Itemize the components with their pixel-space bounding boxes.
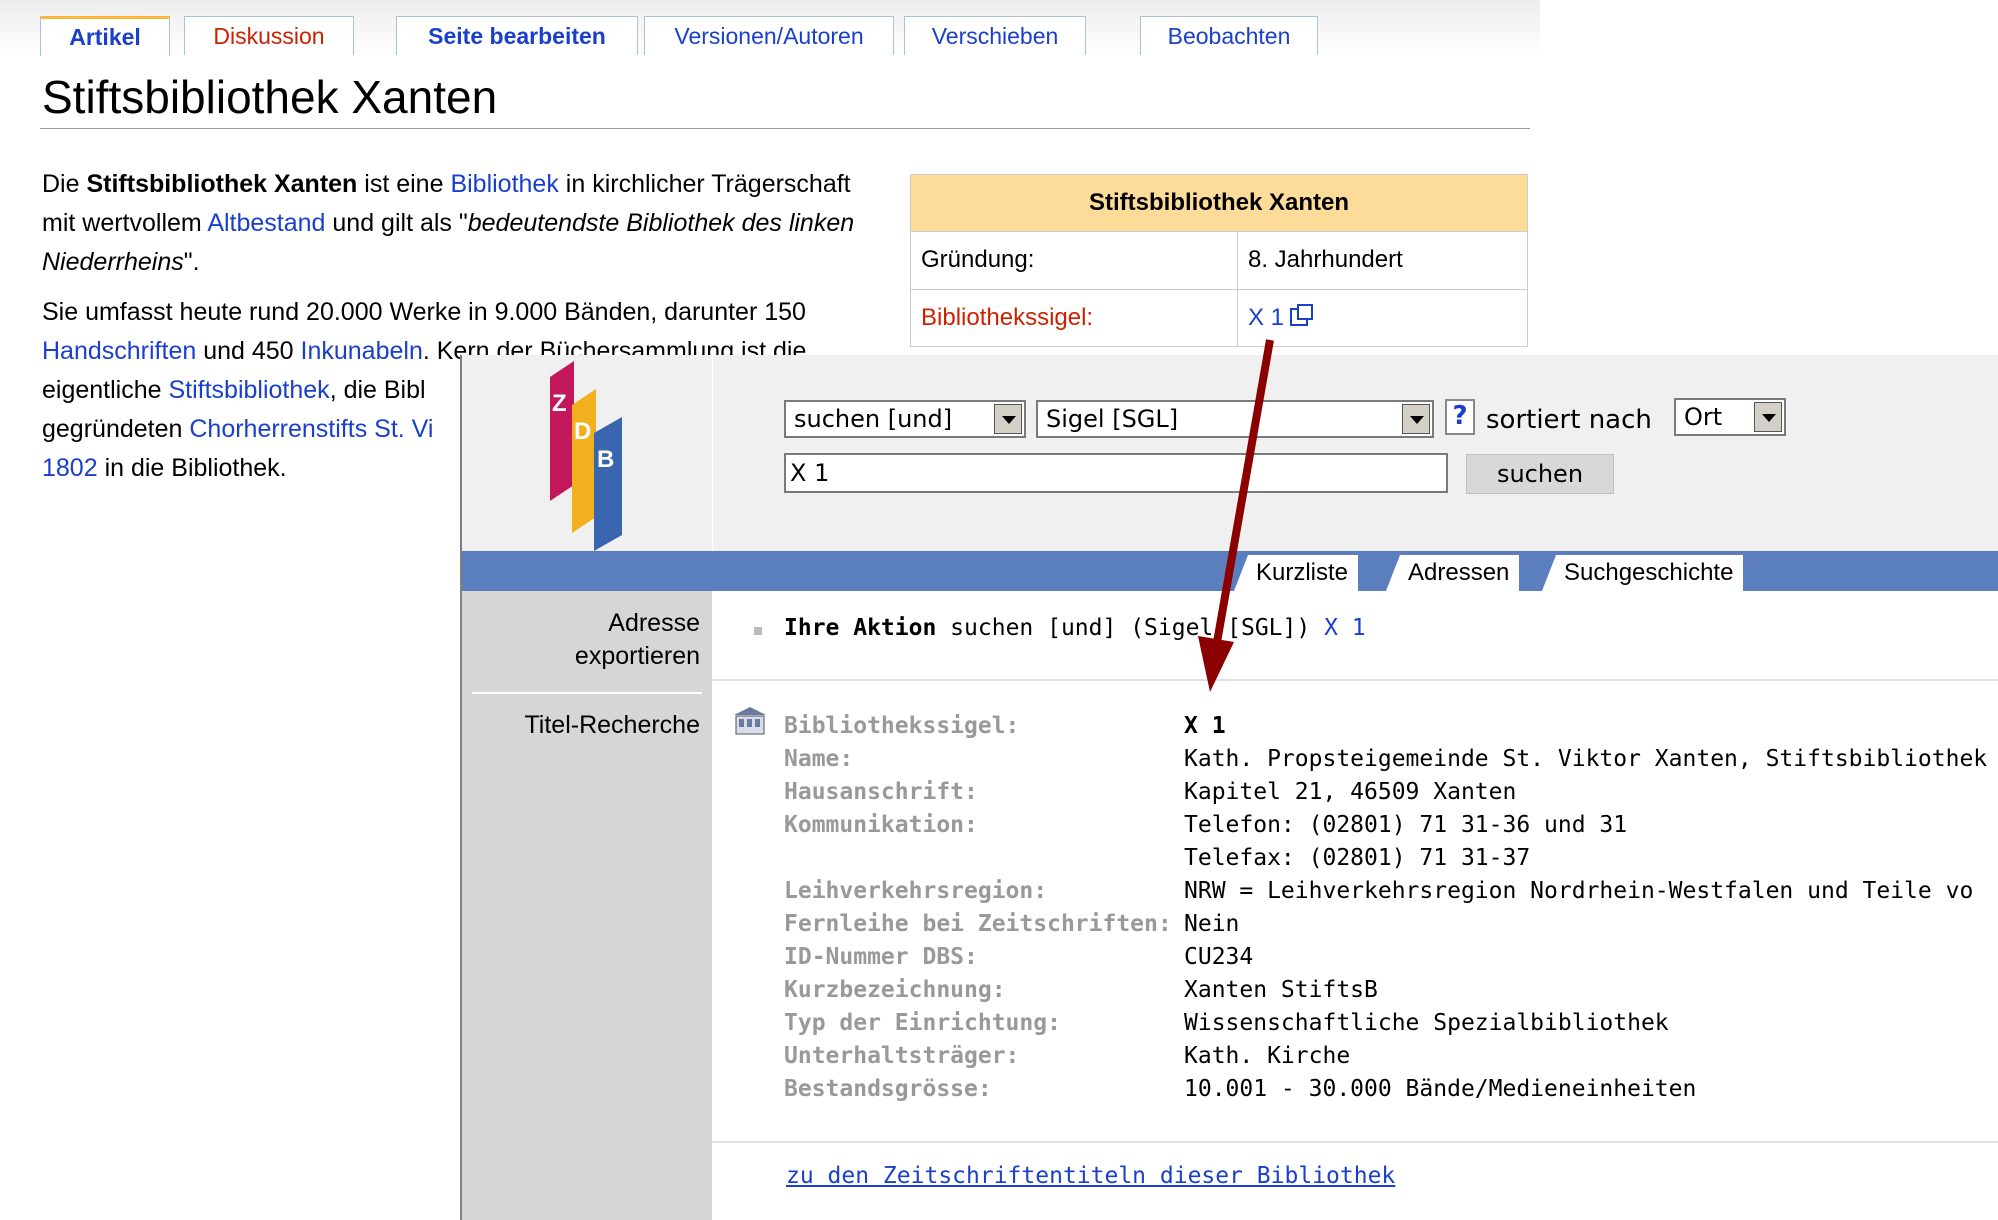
arrow-shaft bbox=[1212, 339, 1274, 649]
arrow-head-icon bbox=[1198, 636, 1234, 692]
annotation-arrow bbox=[1198, 339, 1274, 692]
